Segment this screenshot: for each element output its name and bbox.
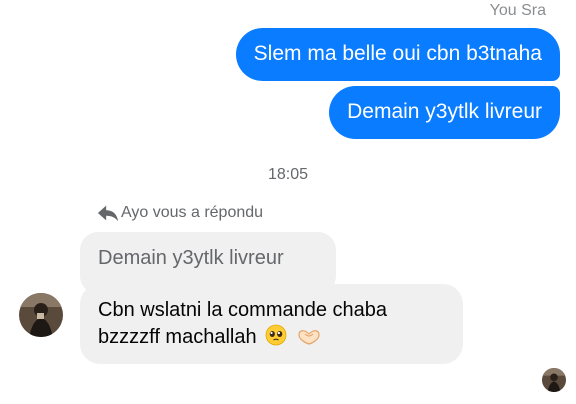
contact-avatar[interactable]	[19, 293, 63, 337]
reply-indicator-text: Ayo vous a répondu	[121, 204, 264, 221]
incoming-message-line2: bzzzzff machallah	[98, 324, 463, 351]
message-timestamp: 18:05	[267, 166, 309, 183]
incoming-message[interactable]: Cbn wslatni la commande chaba bzzzzff ma…	[80, 284, 463, 364]
reply-indicator: Ayo vous a répondu	[97, 203, 263, 223]
sender-label: You Sra	[489, 2, 546, 19]
pleading-face-emoji	[265, 324, 287, 346]
outgoing-message-1[interactable]: Slem ma belle oui cbn b3tnaha	[235, 28, 560, 81]
read-receipt-avatar	[542, 368, 566, 392]
outgoing-message-2[interactable]: Demain y3ytlk livreur	[329, 86, 560, 139]
incoming-message-line1: Cbn wslatni la commande chaba	[98, 299, 388, 321]
reply-arrow-icon	[97, 205, 119, 222]
heart-hands-emoji	[298, 330, 320, 345]
incoming-message-line2-text: bzzzzff machallah	[98, 326, 257, 348]
